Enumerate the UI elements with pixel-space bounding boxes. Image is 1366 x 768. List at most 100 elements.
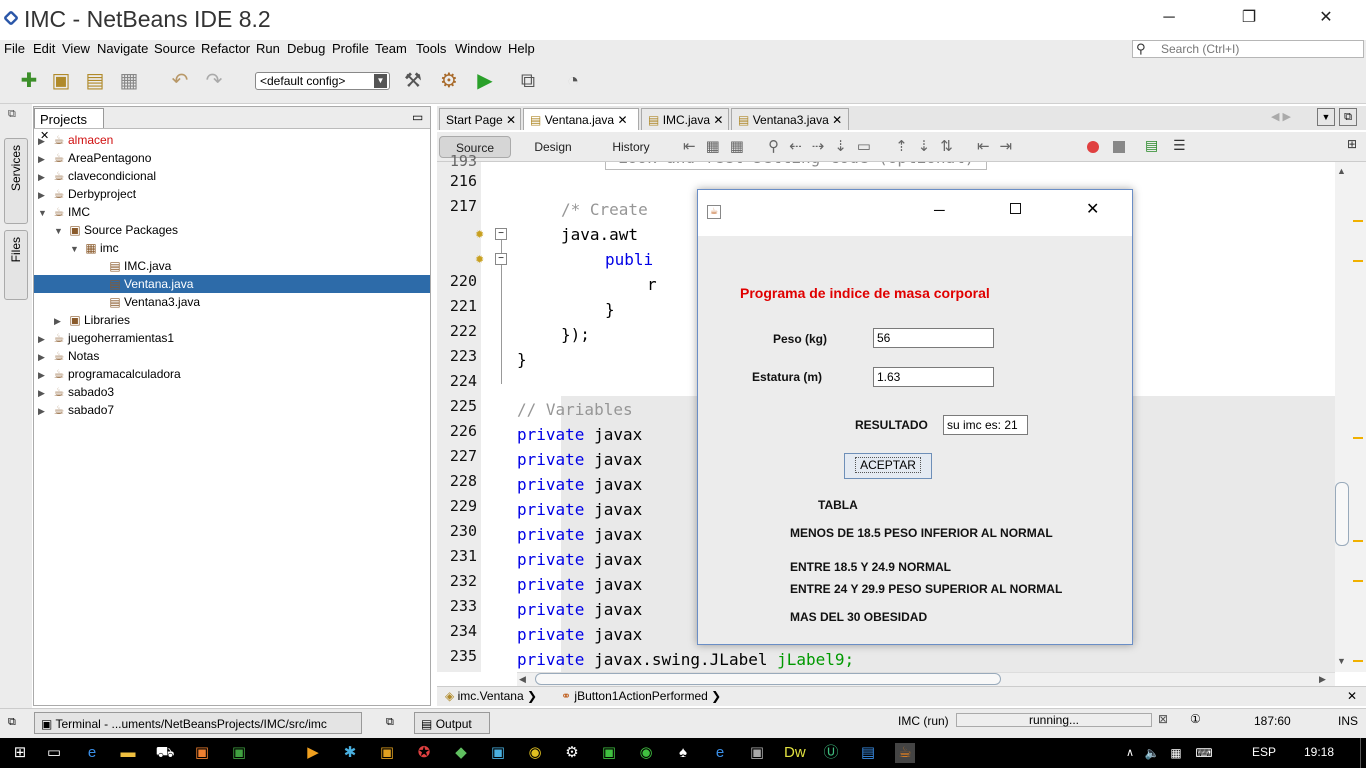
restore-window-icon[interactable]: ⧉ [386, 716, 394, 729]
expand-toggle-icon[interactable]: ▶ [38, 366, 50, 384]
tree-node[interactable]: ▶ ☕ Notas [34, 347, 430, 365]
restore-window-icon[interactable]: ⧉ [8, 716, 16, 729]
minimize-button[interactable]: ─ [1140, 0, 1198, 36]
volume-icon[interactable]: 🔈 [1142, 743, 1162, 763]
tab-ventana3-java[interactable]: ▤ Ventana3.java ✕ [731, 108, 849, 130]
app-icon[interactable]: ▣ [599, 743, 619, 763]
menu-source[interactable]: Source [154, 41, 195, 56]
tree-node[interactable]: ▶ ☕ Derbyproject [34, 185, 430, 203]
editor-toolbar-icons[interactable]: ⇤▦▦ ⚲⇠⇢⇣▭ ⇡⇣⇅ ⇤⇥ [683, 137, 1022, 155]
build-icon[interactable]: ⚒ [400, 68, 426, 94]
code-line[interactable]: private javax [517, 472, 643, 497]
menu-view[interactable]: View [62, 41, 90, 56]
notification-center-icon[interactable]: ▦ [1166, 743, 1186, 763]
menu-help[interactable]: Help [508, 41, 535, 56]
redo-icon[interactable]: ↷ [201, 68, 227, 94]
xbox-icon[interactable]: ◉ [636, 743, 656, 763]
horizontal-scrollbar[interactable]: ◀ ▶ [517, 672, 1335, 686]
toggle-comment-icon[interactable]: ▤ [1145, 137, 1158, 154]
resultado-output[interactable] [943, 415, 1028, 435]
code-line[interactable]: // Variables [517, 397, 633, 422]
dreamweaver-icon[interactable]: Dw [784, 743, 806, 763]
minimize-panel-icon[interactable]: ▭ [412, 110, 423, 124]
windows-start-icon[interactable]: ⊞ [10, 743, 30, 763]
menu-profile[interactable]: Profile [332, 41, 369, 56]
store-icon[interactable]: ⛟ [155, 743, 175, 763]
expand-toggle-icon[interactable]: ▼ [54, 222, 66, 240]
debug-icon[interactable]: ⧉ [515, 68, 541, 94]
expand-toggle-icon[interactable]: ▶ [54, 312, 66, 330]
aceptar-button[interactable]: ACEPTAR [844, 453, 932, 479]
tree-node[interactable]: ▶ ☕ sabado3 [34, 383, 430, 401]
scroll-up-icon[interactable]: ▲ [1337, 166, 1346, 176]
clock[interactable]: 19:18 [1304, 745, 1334, 759]
menu-tools[interactable]: Tools [416, 41, 446, 56]
code-line[interactable]: private javax.swing.JLabel jLabel9; [517, 647, 854, 672]
code-line[interactable]: }); [561, 322, 590, 347]
menu-team[interactable]: Team [375, 41, 407, 56]
vertical-scrollbar-thumb[interactable] [1335, 482, 1349, 546]
tree-node[interactable]: ▤ IMC.java [34, 257, 430, 275]
close-icon[interactable]: ✕ [832, 113, 842, 127]
menu-edit[interactable]: Edit [33, 41, 55, 56]
settings-icon[interactable]: ⚙ [562, 743, 582, 763]
menu-refactor[interactable]: Refactor [201, 41, 250, 56]
hint-bulb-icon[interactable]: ✹ [475, 253, 484, 266]
language-indicator[interactable]: ESP [1252, 745, 1276, 759]
view-design-button[interactable]: Design [517, 136, 589, 158]
code-line[interactable]: private javax [517, 572, 643, 597]
menu-file[interactable]: File [4, 41, 25, 56]
code-line[interactable]: private javax [517, 547, 643, 572]
tab-list-icon[interactable]: ▼ [1317, 108, 1335, 126]
estatura-input[interactable] [873, 367, 994, 387]
view-history-button[interactable]: History [595, 136, 667, 158]
record-macro-icon[interactable] [1087, 141, 1099, 153]
tree-node[interactable]: ▤ Ventana.java [34, 275, 430, 293]
scroll-down-icon[interactable]: ▼ [1337, 656, 1346, 666]
menu-debug[interactable]: Debug [287, 41, 325, 56]
dialog-close-button[interactable]: ✕ [1086, 199, 1099, 219]
run-icon[interactable]: ▶ [472, 68, 498, 94]
scroll-tabs-icon[interactable]: ◀ ▶ [1271, 110, 1291, 123]
menu-navigate[interactable]: Navigate [97, 41, 148, 56]
peso-input[interactable] [873, 328, 994, 348]
expand-toggle-icon[interactable]: ▼ [70, 240, 82, 258]
tree-node[interactable]: ▶ ☕ almacen [34, 131, 430, 149]
tab-imc-java[interactable]: ▤ IMC.java ✕ [641, 108, 729, 130]
games-icon[interactable]: ♠ [673, 743, 693, 763]
code-line[interactable]: private javax [517, 522, 643, 547]
app-icon[interactable]: ▤ [858, 743, 878, 763]
nav-class[interactable]: ◈ imc.Ventana ❯ [445, 689, 537, 703]
app-icon[interactable]: ✱ [340, 743, 360, 763]
fold-toggle[interactable]: − [495, 228, 507, 240]
code-line[interactable]: r [647, 272, 657, 297]
code-line[interactable]: private javax [517, 447, 643, 472]
config-select[interactable]: <default config> ▼ [255, 72, 390, 90]
restore-button[interactable]: ❐ [1220, 0, 1278, 36]
open-project-icon[interactable]: ▤ [82, 68, 108, 94]
profile-icon[interactable]: ◔ [560, 68, 586, 94]
code-fold-summary[interactable]: Look and feel setting code (optional) [605, 162, 988, 170]
horizontal-scrollbar-thumb[interactable] [535, 673, 1001, 685]
expand-toggle-icon[interactable]: ▶ [38, 348, 50, 366]
code-line[interactable]: private javax [517, 422, 643, 447]
services-tab[interactable]: Services [4, 138, 28, 224]
terminal-tab[interactable]: ▣ Terminal - ...uments/NetBeansProjects/… [34, 712, 362, 734]
uncomment-icon[interactable]: ☰ [1173, 137, 1186, 154]
close-icon[interactable]: ✕ [713, 113, 723, 127]
output-tab[interactable]: ▤ Output [414, 712, 490, 734]
edge-icon[interactable]: e [82, 743, 102, 763]
search-box[interactable]: ⚲ Search (Ctrl+I) [1132, 40, 1364, 58]
close-icon[interactable]: ✕ [506, 113, 516, 127]
code-line[interactable]: private javax [517, 597, 643, 622]
tree-node[interactable]: ▶ ☕ programacalculadora [34, 365, 430, 383]
code-line[interactable]: /* Create [561, 197, 648, 222]
file-explorer-icon[interactable]: ▬ [118, 743, 138, 763]
tree-node[interactable]: ▼ ☕ IMC [34, 203, 430, 221]
expand-toggle-icon[interactable]: ▶ [38, 330, 50, 348]
code-line[interactable]: private javax [517, 497, 643, 522]
menu-window[interactable]: Window [455, 41, 501, 56]
new-project-icon[interactable]: ▣ [48, 68, 74, 94]
code-line[interactable]: } [605, 297, 615, 322]
app-icon[interactable]: ▣ [488, 743, 508, 763]
